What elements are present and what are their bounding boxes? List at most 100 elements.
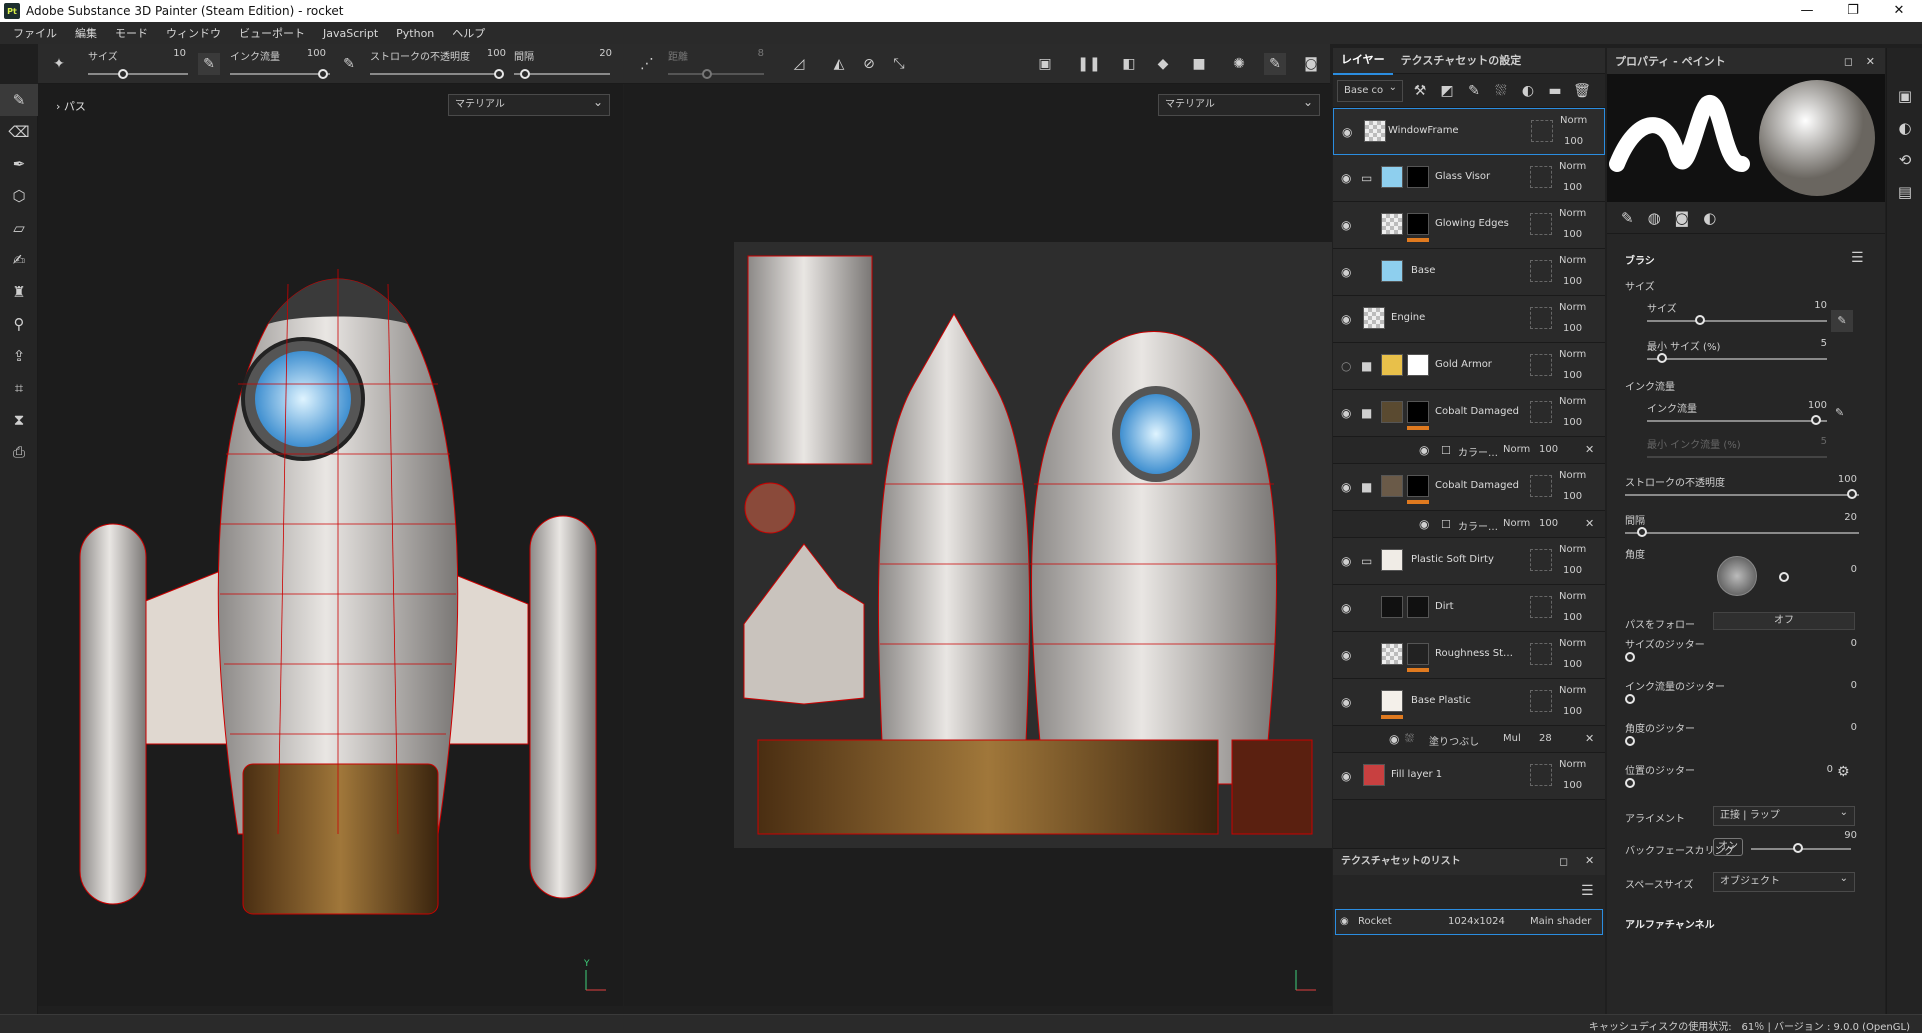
layer-opacity[interactable]: 100 xyxy=(1563,370,1603,381)
layer-row[interactable]: ◉ Base Norm 100 xyxy=(1333,249,1605,296)
alpha-tab-icon[interactable]: ◍ xyxy=(1648,209,1661,227)
measure-icon[interactable]: ⌗ xyxy=(0,372,38,404)
texture-set-row[interactable]: ◉ Rocket 1024x1024 Main shader xyxy=(1335,909,1603,935)
screenshot-icon[interactable]: ◙ xyxy=(1300,53,1322,75)
eye-icon[interactable]: ◉ xyxy=(1341,406,1351,420)
min-size-slider-handle[interactable] xyxy=(1657,353,1667,363)
effect-opacity[interactable]: 28 xyxy=(1539,733,1552,744)
projection-icon[interactable]: ✒ xyxy=(0,148,38,180)
blend-mode[interactable]: Norm xyxy=(1559,349,1599,360)
brush-tab-icon[interactable]: ✎ xyxy=(1621,209,1634,227)
clone-stamp-icon[interactable]: ♜ xyxy=(0,276,38,308)
effect-opacity[interactable]: 100 xyxy=(1539,444,1558,455)
minimize-button[interactable]: — xyxy=(1784,0,1830,22)
close-icon[interactable]: ✕ xyxy=(1866,55,1875,68)
shader-settings-icon[interactable]: ◐ xyxy=(1887,112,1922,144)
blend-mode[interactable]: Norm xyxy=(1559,208,1599,219)
layer-opacity[interactable]: 100 xyxy=(1563,565,1603,576)
flow-slider[interactable] xyxy=(1647,420,1827,422)
log-icon[interactable]: ▤ xyxy=(1887,176,1922,208)
menu-file[interactable]: ファイル xyxy=(4,25,66,41)
viewport-3d[interactable]: › パス マテリアル Y xyxy=(38,84,623,1006)
viewport-2d[interactable]: マテリアル xyxy=(624,84,1332,1006)
layer-opacity[interactable]: 100 xyxy=(1563,417,1603,428)
eye-icon[interactable]: ◉ xyxy=(1341,171,1351,185)
layer-row[interactable]: ◉ Roughness St… Norm 100 xyxy=(1333,632,1605,679)
layer-row[interactable]: ○ ■ Gold Armor Norm 100 xyxy=(1333,343,1605,390)
layer-opacity[interactable]: 100 xyxy=(1564,136,1604,147)
flow-pressure-icon[interactable]: ✎ xyxy=(1835,406,1844,419)
distance-slider[interactable] xyxy=(668,73,764,75)
line-mode-icon[interactable]: ◿ xyxy=(788,53,810,75)
flow-slider-handle[interactable] xyxy=(318,69,328,79)
eye-icon[interactable]: ◉ xyxy=(1341,695,1351,709)
backface-slider-handle[interactable] xyxy=(1793,843,1803,853)
layer-opacity[interactable]: 100 xyxy=(1563,229,1603,240)
size-slider[interactable] xyxy=(1647,320,1827,322)
layer-row[interactable]: ◉ Dirt Norm 100 xyxy=(1333,585,1605,632)
close-icon[interactable]: ✕ xyxy=(1585,732,1594,745)
eraser-icon[interactable]: ⌫ xyxy=(0,116,38,148)
eye-icon[interactable]: ◉ xyxy=(1341,265,1351,279)
geometry-fill-icon[interactable]: ⬡ xyxy=(0,180,38,212)
menu-edit[interactable]: 編集 xyxy=(66,25,106,41)
hide-ui-icon[interactable]: ▣ xyxy=(1034,53,1056,75)
pen-pressure-icon[interactable]: ✎ xyxy=(198,53,220,75)
eye-icon[interactable]: ◉ xyxy=(1341,648,1351,662)
layer-opacity[interactable]: 100 xyxy=(1563,491,1603,502)
stencil-tab-icon[interactable]: ◙ xyxy=(1675,209,1690,227)
checkbox-icon[interactable]: ☐ xyxy=(1441,518,1451,531)
layer-opacity[interactable]: 100 xyxy=(1563,612,1603,623)
min-size-slider[interactable] xyxy=(1647,358,1827,360)
polygon-fill-icon[interactable]: ▱ xyxy=(0,212,38,244)
eye-icon[interactable]: ◉ xyxy=(1342,125,1352,139)
eye-icon[interactable]: ◉ xyxy=(1340,910,1349,934)
eye-icon[interactable]: ◉ xyxy=(1341,480,1351,494)
layer-row[interactable]: ◉ ▭ Plastic Soft Dirty Norm 100 xyxy=(1333,538,1605,585)
size-slider-handle[interactable] xyxy=(1695,315,1705,325)
distance-slider-handle[interactable] xyxy=(702,69,712,79)
close-button[interactable]: ✕ xyxy=(1876,0,1922,22)
display-settings-icon[interactable]: ▣ xyxy=(1887,80,1922,112)
maximize-button[interactable]: ❐ xyxy=(1830,0,1876,22)
flow-slider-handle[interactable] xyxy=(1811,415,1821,425)
mask-slot[interactable] xyxy=(1530,764,1552,786)
mask-slot[interactable] xyxy=(1530,354,1552,376)
close-icon[interactable]: ✕ xyxy=(1585,854,1594,867)
cube-icon[interactable]: ◆ xyxy=(1152,53,1174,75)
menu-window[interactable]: ウィンドウ xyxy=(157,25,230,41)
blend-mode[interactable]: Norm xyxy=(1559,255,1599,266)
add-paint-layer-icon[interactable]: ✎ xyxy=(1464,81,1484,101)
layer-opacity[interactable]: 100 xyxy=(1563,706,1603,717)
space-size-select[interactable]: オブジェクト xyxy=(1713,870,1855,892)
lazy-mouse-icon[interactable]: ⋰ xyxy=(636,53,658,75)
eye-icon[interactable]: ◉ xyxy=(1419,443,1429,457)
backface-toggle[interactable]: オン xyxy=(1713,838,1743,856)
effect-row[interactable]: ◉ ⛆ 塗りつぶし Mul 28 ✕ xyxy=(1333,726,1605,753)
layer-opacity[interactable]: 100 xyxy=(1563,659,1603,670)
mask-slot[interactable] xyxy=(1530,260,1552,282)
undock-icon[interactable]: ◻ xyxy=(1559,855,1568,868)
blend-mode[interactable]: Norm xyxy=(1559,759,1599,770)
transform-icon[interactable]: ⤡ xyxy=(888,53,910,75)
angle-jitter-handle[interactable] xyxy=(1625,736,1635,746)
effect-blend[interactable]: Norm xyxy=(1503,444,1530,455)
size-slider-handle[interactable] xyxy=(118,69,128,79)
mask-slot[interactable] xyxy=(1530,549,1552,571)
eye-icon[interactable]: ◉ xyxy=(1389,732,1399,746)
light-icon[interactable]: ✺ xyxy=(1228,53,1250,75)
flow-jitter-handle[interactable] xyxy=(1625,694,1635,704)
eye-hidden-icon[interactable]: ○ xyxy=(1341,359,1351,373)
split-view-icon[interactable]: ◧ xyxy=(1118,53,1140,75)
eye-icon[interactable]: ◉ xyxy=(1341,554,1351,568)
mask-slot[interactable] xyxy=(1530,307,1552,329)
flow-slider[interactable] xyxy=(230,73,330,75)
blend-mode[interactable]: Norm xyxy=(1559,685,1599,696)
add-smart-material-icon[interactable]: ◐ xyxy=(1518,81,1538,101)
stroke-opacity-slider-handle[interactable] xyxy=(1847,489,1857,499)
gear-icon[interactable]: ⚙ xyxy=(1837,764,1850,780)
delete-layer-icon[interactable]: 🗑 xyxy=(1572,81,1592,101)
follow-path-toggle[interactable]: オフ xyxy=(1713,612,1855,630)
layer-row[interactable]: ◉ WindowFrame Norm 100 xyxy=(1333,108,1605,155)
menu-icon[interactable]: ☰ xyxy=(1851,250,1864,266)
